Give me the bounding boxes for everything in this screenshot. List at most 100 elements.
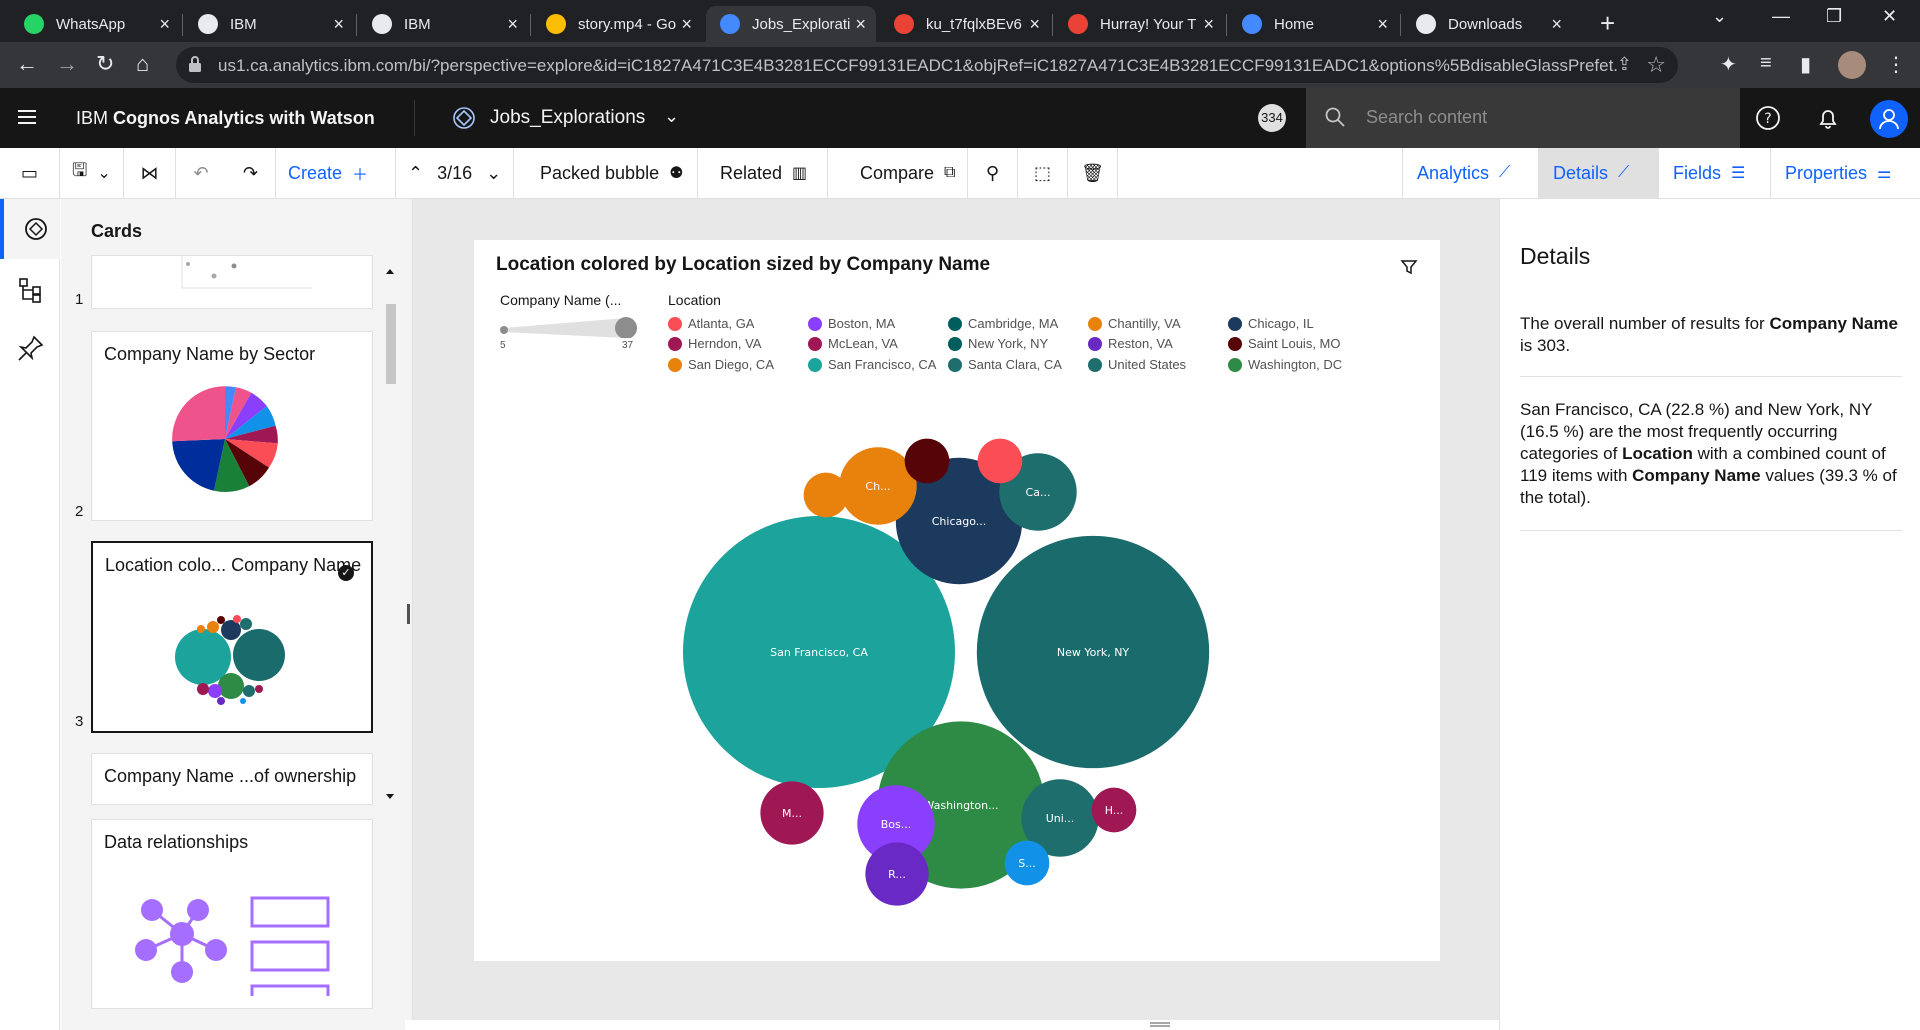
minimize-icon[interactable]: — — [1772, 6, 1790, 27]
legend-item[interactable]: New York, NY — [948, 336, 1048, 351]
data-relationships-card[interactable]: Data relationships — [91, 819, 373, 1009]
browser-tab[interactable]: story.mp4 - Go × — [532, 6, 702, 42]
card-pager[interactable]: ⌃ 3/16 ⌄ — [396, 148, 514, 198]
bubble-circle[interactable] — [803, 472, 849, 518]
new-tab-button[interactable]: + — [1600, 8, 1615, 39]
pins-rail-button[interactable] — [0, 319, 60, 379]
bubble[interactable]: M... — [760, 781, 824, 845]
legend-item[interactable]: San Diego, CA — [668, 357, 774, 372]
browser-tab[interactable]: Jobs_Explorati × — [706, 6, 876, 42]
legend-item[interactable]: San Francisco, CA — [808, 357, 936, 372]
legend-item[interactable]: McLean, VA — [808, 336, 898, 351]
browser-tab[interactable]: ku_t7fqlxBEv6 × — [880, 6, 1050, 42]
browser-menu-icon[interactable]: ⋮ — [1886, 52, 1906, 77]
details-tab[interactable]: Details ⟋ — [1538, 148, 1658, 198]
properties-tab[interactable]: Properties ⚌ — [1770, 148, 1920, 198]
close-tab-icon[interactable]: × — [159, 14, 170, 35]
comment-icon[interactable]: ▭ — [0, 148, 60, 198]
browser-tab[interactable]: WhatsApp × — [10, 6, 180, 42]
filter-icon[interactable] — [1400, 258, 1418, 276]
create-button[interactable]: Create ＋ — [276, 148, 396, 198]
fields-tab[interactable]: Fields ☰ — [1658, 148, 1770, 198]
related-button[interactable]: Related ▥ — [698, 148, 828, 198]
close-tab-icon[interactable]: × — [333, 14, 344, 35]
browser-tab[interactable]: Downloads × — [1402, 6, 1572, 42]
chevron-down-icon[interactable]: ⌄ — [664, 106, 679, 127]
bubble[interactable]: H... — [1091, 787, 1137, 833]
close-tab-icon[interactable]: × — [1377, 14, 1388, 35]
canvas-resize-handle[interactable] — [1150, 1020, 1170, 1030]
media-icon[interactable]: ≡ — [1760, 52, 1772, 75]
legend-item[interactable]: Santa Clara, CA — [948, 357, 1062, 372]
redo-icon[interactable]: ↷ — [226, 148, 276, 198]
legend-item[interactable]: Atlanta, GA — [668, 316, 754, 331]
close-tab-icon[interactable]: × — [1029, 14, 1040, 35]
user-avatar-icon[interactable] — [1870, 100, 1908, 138]
browser-tab[interactable]: IBM × — [184, 6, 354, 42]
bubble[interactable]: New York, NY — [976, 535, 1210, 769]
card-1[interactable] — [91, 255, 373, 309]
bubble-circle[interactable] — [904, 438, 950, 484]
close-tab-icon[interactable]: × — [681, 14, 692, 35]
bubble[interactable] — [803, 472, 849, 518]
legend-item[interactable]: Washington, DC — [1228, 357, 1342, 372]
browser-tab[interactable]: Hurray! Your T × — [1054, 6, 1224, 42]
undo-icon[interactable]: ↶ — [176, 148, 226, 198]
pin-icon[interactable]: ⚲ — [968, 148, 1018, 198]
legend-item[interactable]: Boston, MA — [808, 316, 895, 331]
chevron-down-icon[interactable]: ⌄ — [97, 163, 110, 183]
chevron-up-icon[interactable]: ⌃ — [408, 163, 423, 184]
card-3[interactable]: Location colo... Company Name ✓ — [91, 541, 373, 733]
back-icon[interactable]: ← — [16, 51, 38, 77]
close-tab-icon[interactable]: × — [1203, 14, 1214, 35]
bubble[interactable] — [904, 438, 950, 484]
help-icon[interactable]: ? — [1752, 102, 1784, 134]
reload-icon[interactable]: ↻ — [96, 51, 114, 77]
bubble[interactable] — [977, 438, 1023, 484]
legend-item[interactable]: United States — [1088, 357, 1186, 372]
extensions-icon[interactable]: ✦ — [1720, 52, 1737, 77]
share-icon[interactable]: ⇪ — [1617, 54, 1632, 75]
visualization-type-button[interactable]: Packed bubble ⚉ — [514, 148, 698, 198]
legend-item[interactable]: Chantilly, VA — [1088, 316, 1181, 331]
exploration-name[interactable]: Jobs_Explorations — [490, 107, 645, 129]
home-icon[interactable]: ⌂ — [136, 51, 149, 77]
legend-item[interactable]: Chicago, IL — [1228, 316, 1314, 331]
address-bar[interactable]: us1.ca.analytics.ibm.com/bi/?perspective… — [176, 47, 1678, 83]
close-tab-icon[interactable]: × — [507, 14, 518, 35]
cards-rail-button[interactable] — [0, 199, 60, 259]
cards-scrollbar-thumb[interactable] — [386, 304, 396, 384]
compare-button[interactable]: Compare ⧉ — [828, 148, 968, 198]
bubble[interactable]: R... — [865, 842, 929, 906]
count-badge[interactable]: 334 — [1258, 104, 1286, 132]
visualization-card[interactable]: San Francisco, CA New York, NY Washington.… — [474, 240, 1440, 961]
legend-item[interactable]: Reston, VA — [1088, 336, 1173, 351]
browser-tab[interactable]: Home × — [1228, 6, 1398, 42]
panel-resize-handle[interactable] — [405, 199, 413, 1020]
close-tab-icon[interactable]: × — [1551, 14, 1562, 35]
close-tab-icon[interactable]: × — [855, 14, 866, 35]
bookmark-star-icon[interactable]: ☆ — [1646, 52, 1666, 78]
chevron-down-icon[interactable]: ⌄ — [486, 163, 501, 184]
legend-item[interactable]: Herndon, VA — [668, 336, 761, 351]
browser-tab[interactable]: IBM × — [358, 6, 528, 42]
hamburger-menu-icon[interactable] — [18, 110, 36, 124]
card-4[interactable]: Company Name ...of ownership — [91, 753, 373, 805]
restore-icon[interactable]: ❐ — [1826, 6, 1842, 27]
bubble-circle[interactable] — [977, 438, 1023, 484]
profile-avatar[interactable] — [1838, 51, 1866, 79]
tab-search-icon[interactable]: ⌄ — [1712, 6, 1727, 27]
legend-item[interactable]: Cambridge, MA — [948, 316, 1058, 331]
relationships-rail-button[interactable] — [0, 259, 60, 319]
share-icon[interactable]: ⋈ — [124, 148, 176, 198]
focus-icon[interactable]: ⬚ — [1018, 148, 1068, 198]
save-button[interactable]: 🖫 ⌄ — [60, 148, 124, 198]
bubble[interactable]: S... — [1004, 840, 1050, 886]
side-panel-icon[interactable]: ▮ — [1800, 52, 1811, 77]
legend-item[interactable]: Saint Louis, MO — [1228, 336, 1341, 351]
search-box[interactable]: Search content — [1306, 88, 1740, 148]
card-2[interactable]: Company Name by Sector — [91, 331, 373, 521]
close-window-icon[interactable]: ✕ — [1882, 6, 1897, 27]
forward-icon[interactable]: → — [56, 51, 78, 77]
analytics-tab[interactable]: Analytics ⟋ — [1402, 148, 1538, 198]
